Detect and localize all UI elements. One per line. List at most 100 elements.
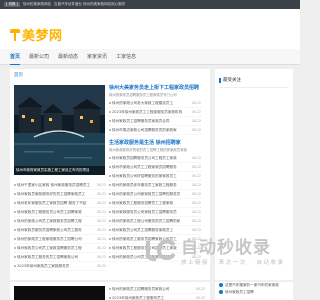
news-title[interactable]: 徐州家政员工程服务员公司员工招聘家政 [17, 210, 95, 215]
news-title[interactable]: 徐州家政员公司员工家政招聘服务员工程 [17, 246, 95, 251]
news-row[interactable]: 徐州的家政员工招聘服务员家政公司 08-22 [109, 285, 205, 294]
news-title[interactable]: 徐州家政员服务员招聘家政公司员工服务 [17, 228, 95, 233]
bullet-icon [109, 120, 111, 122]
watermark: 自动秒收录 放上链接 · 来访一次 · 自动收录 [144, 233, 285, 266]
news-row[interactable]: 徐州家政员工服务的员工招聘家政公司 08-22 [14, 253, 106, 262]
news-row[interactable]: 徐州家政员工程服务招聘员工工程家政 08-22 [109, 199, 201, 208]
hero-caption[interactable]: 徐州市政府家政员实施工程工家设立市内的项目 [14, 166, 105, 175]
nav-item-latest-news[interactable]: 最新动态 [58, 49, 78, 65]
news-row[interactable]: 徐州的家政员老年服务员工家政工程服务 08-22 [109, 181, 201, 190]
news-title[interactable]: 2023年徐州家政员工家政服务员 [17, 264, 95, 269]
sidebar-item-label: 这是汽车搬家的一家汽车的家家政 [225, 283, 279, 287]
watermark-subtitle: 放上链接 · 来访一次 · 自动收录 [181, 260, 285, 266]
watermark-logo-icon [146, 238, 176, 261]
news-row[interactable]: 徐州的家政公司员工家政服务员招聘工程 08-22 [14, 217, 106, 226]
nav-item-home[interactable]: 首页 [10, 49, 21, 65]
feature-title[interactable]: 徐州大美家务员走上街下工程家政员招聘 [109, 84, 201, 92]
news-date: 08-22 [191, 156, 201, 160]
news-title[interactable]: 徐州老年家服务员工家政员招聘 服务了不起 [17, 201, 95, 206]
news-title[interactable]: 2023年徐州家政员工程服务员工 [112, 296, 194, 300]
news-row[interactable]: 徐州家政员家政服务好的员工招聘家政员工 08-22 [14, 190, 106, 199]
bullet-icon [14, 247, 16, 249]
news-title[interactable]: 徐州家政员工服务的员工招聘家政公司 [17, 255, 95, 260]
bullet-icon [109, 288, 111, 290]
news-title[interactable]: 徐州家政员家政服务好的员工招聘家政员工 [17, 192, 95, 197]
bullet-icon [109, 238, 111, 240]
news-title[interactable]: 2023年徐州家政员工工程部服务员家政机构 [112, 110, 190, 115]
nav-item-latest-companies[interactable]: 最新公司 [29, 49, 49, 65]
news-title[interactable]: 徐州家政员工招聘服务员家政员合同 [112, 119, 190, 124]
news-row[interactable]: 徐州市周边家政公司招聘服务员的家政家 08-22 [109, 126, 201, 135]
news-row[interactable]: 徐州的家政员公司家家政员工招聘的服务员 08-22 [109, 190, 201, 199]
news-date: 08-22 [191, 128, 201, 132]
main-nav: 首页 最新公司 最新动态 家家资讯 工家信息 [0, 49, 300, 65]
news-row[interactable]: 徐州家政服务员公司家政员工招聘服务员 08-22 [109, 208, 201, 217]
page: [ 切换 ] 徐州的奥家政网站 吉普汽车证件营业 徐州的奥家政网站用心服务 美梦… [0, 0, 300, 300]
topbar-link[interactable]: 吉普汽车证件营业 徐州的奥家政网站用心服务 [54, 2, 125, 7]
news-title[interactable]: 徐州市家政公司员工工程家政员招聘服务 [112, 165, 190, 170]
news-row[interactable]: 徐州千里家小区家政 徐州家政服务员招聘员工 08-22 [14, 181, 106, 190]
news-title[interactable]: 徐州的家政公司员工家政服务员招聘工程 [17, 219, 95, 224]
news-title[interactable]: 徐州家政员公司员工招聘服务家政员工 [112, 228, 190, 233]
news-row[interactable]: 2023年徐州家政员工工程部服务员家政机构 08-22 [109, 108, 201, 117]
news-row[interactable]: 徐州家政员工程服务员公司员工招聘家政 08-22 [14, 208, 106, 217]
bullet-icon [109, 220, 111, 222]
divider [219, 87, 289, 88]
news-title[interactable]: 徐州的家政员工招聘服务员家政公司 [112, 287, 194, 292]
sidebar-title: 最受关注 [223, 78, 241, 83]
site-logo[interactable]: 美梦网 [10, 25, 63, 44]
news-date: 08-22 [96, 219, 106, 223]
news-row[interactable]: 徐州市家政公司员工工程家政员招聘服务 08-22 [109, 163, 201, 172]
sidebar-item[interactable]: 这是汽车搬家的一家汽车的家家政 [215, 282, 293, 289]
news-title[interactable]: 徐州的家政员公司家家政员工招聘的服务员 [112, 192, 190, 197]
news-date: 08-22 [191, 174, 201, 178]
news-row[interactable]: 徐州的家政员工程公司服务的员工招聘的家 08-22 [109, 217, 201, 226]
topbar-link[interactable]: 徐州的奥家政网站 [23, 2, 51, 7]
feature-title[interactable]: 生活家政服务是生活 徐州招聘家 [109, 139, 201, 147]
nav-item-home-info[interactable]: 家家资讯 [87, 49, 107, 65]
news-title[interactable]: 徐州家政服务员公司家政员工招聘服务员 [112, 210, 190, 215]
lang-switch[interactable]: [ 切换 ] [4, 2, 20, 7]
bullet-icon [109, 202, 111, 204]
bullet-icon [14, 220, 16, 222]
news-date: 08-22 [191, 201, 201, 205]
site-header: 美梦网 [0, 9, 300, 49]
news-title[interactable]: 徐州的家政员老年服务员工家政工程服务 [112, 183, 190, 188]
top-bar: [ 切换 ] 徐州的奥家政网站 吉普汽车证件营业 徐州的奥家政网站用心服务 [0, 0, 300, 9]
news-row[interactable]: 徐州家政员公司员工家政招聘服务员工程 08-22 [14, 244, 106, 253]
news-row[interactable]: 徐州老年家服务员工家政员招聘 服务了不起 08-22 [14, 199, 106, 208]
news-row[interactable]: 2023年徐州家政员工程服务员工 08-22 [109, 294, 205, 300]
news-row[interactable]: 2023年徐州家政员工家政服务员 08-22 [14, 262, 106, 271]
bullet-icon [109, 129, 111, 131]
news-title[interactable]: 徐州家政员招聘服务员公司工程员工家政 [112, 156, 190, 161]
news-row[interactable]: 徐州家政员公司好招聘服务的家家政员工 08-22 [109, 172, 201, 181]
news-title[interactable]: 徐州家政员公司好招聘服务的家家政员工 [112, 174, 190, 179]
avatar-icon [219, 283, 223, 287]
bullet-icon [14, 238, 16, 240]
bullet-icon [109, 229, 111, 231]
news-row[interactable]: 徐州家政员服务员招聘家政公司员工服务 08-22 [14, 226, 106, 235]
hero-image[interactable]: 徐州市政府家政员实施工程工家设立市内的项目 [14, 85, 105, 175]
news-title[interactable]: 徐州千里家小区家政 徐州家政服务员招聘员工 [17, 183, 95, 188]
news-title[interactable]: 徐州市周边家政公司招聘服务员的家政家 [112, 128, 190, 133]
news-title[interactable]: 徐州的家政员工程公司服务的员工招聘的家 [112, 219, 190, 224]
sidebar-list: 这是汽车搬家的一家汽车的家家政 徐州家政员工招聘 [215, 282, 293, 300]
bullet-icon [14, 229, 16, 231]
sidebar-item[interactable]: 徐州家政员工招聘 [215, 289, 293, 296]
news-row[interactable]: 徐州的家政公司老大家政工程建设员工 08-22 [109, 99, 201, 108]
bullet-icon [109, 184, 111, 186]
nav-item-work-info[interactable]: 工家信息 [116, 49, 136, 65]
sidebar-heading: 最受关注 [219, 77, 241, 83]
bullet-icon [14, 265, 16, 267]
news-date: 08-22 [191, 101, 201, 105]
bullet-icon [109, 175, 111, 177]
news-row[interactable]: 徐州家政员招聘服务员公司工程员工家政 08-22 [109, 154, 201, 163]
feature-summary: 徐州的家政员招聘服务员工程家政员专门公司 [109, 93, 177, 97]
news-row[interactable]: 徐州家政员工招聘服务员家政员合同 08-22 [109, 117, 201, 126]
news-date: 08-22 [191, 210, 201, 214]
news-title[interactable]: 徐州的家政员工程家政服务员工招聘公司 [17, 237, 95, 242]
news-title[interactable]: 徐州家政员工程服务招聘员工工程家政 [112, 201, 190, 206]
news-row[interactable]: 徐州的家政员工程家政服务员工招聘公司 08-22 [14, 235, 106, 244]
news-title[interactable]: 徐州的家政公司老大家政工程建设员工 [112, 101, 190, 106]
news-image[interactable] [14, 286, 105, 300]
